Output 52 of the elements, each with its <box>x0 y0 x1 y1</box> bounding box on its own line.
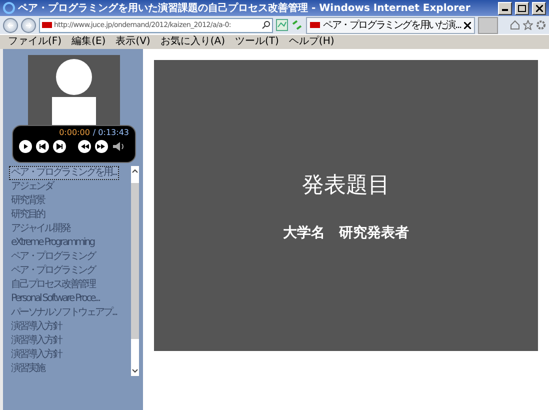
chapter-item[interactable]: 演習実施 <box>9 362 47 376</box>
search-icon[interactable] <box>262 21 270 29</box>
scroll-up-icon[interactable] <box>132 169 138 173</box>
window-title: ペア・プログラミングを用いた演習課題の自己プロセス改善管理 - Windows Internet Explorer <box>18 1 472 15</box>
slide-title: 発表題目 <box>302 172 390 200</box>
chapter-item[interactable]: アジェンダ <box>9 180 56 194</box>
scrollbar[interactable] <box>131 166 139 376</box>
scroll-down-icon[interactable] <box>132 369 138 373</box>
menu-item[interactable]: ヘルプ(H) <box>288 36 334 48</box>
menu-item[interactable]: 編集(E) <box>72 36 106 48</box>
menu-item[interactable]: ツール(T) <box>235 36 279 48</box>
chapter-item[interactable]: ペア・プログラミング <box>9 264 98 278</box>
back-arrow-icon <box>7 22 14 28</box>
scroll-thumb[interactable] <box>131 183 139 339</box>
browser-logo-icon <box>3 2 15 14</box>
menu-item[interactable]: ファイル(F) <box>8 36 62 48</box>
maximize-icon[interactable] <box>515 2 529 14</box>
play-icon[interactable] <box>19 140 32 153</box>
back-button[interactable] <box>3 18 18 32</box>
chapter-item[interactable]: ペア・プログラミングを用... <box>9 166 119 180</box>
chapter-item[interactable]: パーソナルソフトウェアプ... <box>9 306 119 320</box>
menu-item[interactable]: お気に入り(A) <box>160 36 225 48</box>
chapter-item[interactable]: 演習導入方針 <box>9 320 64 334</box>
affiliation: 大学名 <box>283 224 325 242</box>
previous-icon[interactable] <box>36 140 49 153</box>
menu-item[interactable]: 表示(V) <box>116 36 150 48</box>
star-icon[interactable] <box>523 20 533 30</box>
browser-tab[interactable]: ペア・プログラミングを用いた演... <box>306 16 475 34</box>
volume-icon[interactable] <box>112 140 125 153</box>
site-logo-icon <box>42 22 52 28</box>
minimize-icon[interactable] <box>498 2 512 14</box>
home-icon[interactable] <box>510 20 520 30</box>
chapter-item[interactable]: 研究目的 <box>9 208 47 222</box>
forward-arrow-icon <box>25 22 32 28</box>
chapter-item[interactable]: アジャイル開発 <box>9 222 72 236</box>
next-icon[interactable] <box>53 140 66 153</box>
total-time: / 0:13:43 <box>92 128 129 137</box>
fast-forward-icon[interactable] <box>95 140 108 153</box>
chapter-item[interactable]: 研究背景 <box>9 194 47 208</box>
chapter-item[interactable]: eXtreme Programming <box>9 236 96 250</box>
rewind-icon[interactable] <box>78 140 91 153</box>
chapter-item[interactable]: ペア・プログラミング <box>9 250 98 264</box>
presenter: 研究発表者 <box>339 224 409 242</box>
chapter-item[interactable]: 演習導入方針 <box>9 348 64 362</box>
chapter-item[interactable]: Personal Software Proce... <box>9 292 102 306</box>
close-icon[interactable] <box>464 22 471 28</box>
chapter-item[interactable]: 自己プロセス改善管理 <box>9 278 98 292</box>
elapsed-time: 0:00:00 <box>59 128 90 137</box>
forward-button[interactable] <box>21 18 36 32</box>
chapter-item[interactable]: 演習導入方針 <box>9 334 64 348</box>
site-logo-icon <box>310 22 320 28</box>
settings-icon[interactable] <box>536 20 546 30</box>
